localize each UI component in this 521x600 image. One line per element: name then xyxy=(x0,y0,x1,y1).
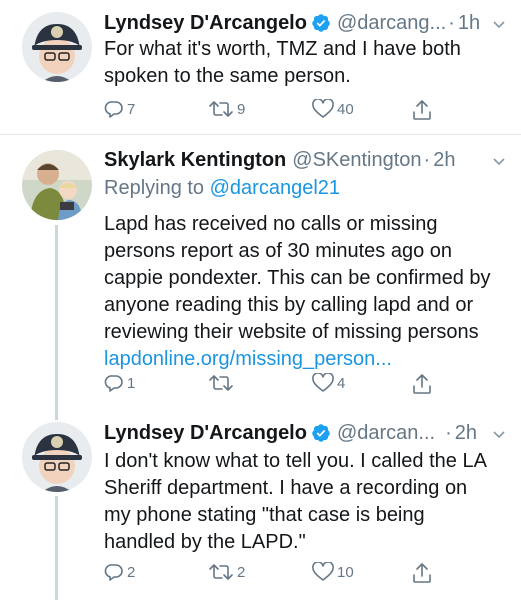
timestamp[interactable]: 2h xyxy=(433,147,455,173)
author-handle[interactable]: @SKentington xyxy=(292,147,421,173)
like-icon xyxy=(312,373,334,392)
timestamp[interactable]: 2h xyxy=(455,420,477,446)
reply-button[interactable]: 2 xyxy=(104,562,135,582)
author-name[interactable]: Lyndsey D'Arcangelo xyxy=(104,10,307,36)
like-button[interactable]: 40 xyxy=(312,99,354,119)
like-button[interactable]: 4 xyxy=(312,373,345,393)
share-button[interactable] xyxy=(412,99,432,121)
retweet-button[interactable]: 2 xyxy=(208,562,245,582)
share-icon xyxy=(413,100,431,120)
tweet-actions: 7 9 40 xyxy=(104,99,444,129)
avatar[interactable] xyxy=(22,422,92,492)
reply-count: 1 xyxy=(127,374,136,392)
separator: · xyxy=(448,12,455,34)
verified-badge-icon xyxy=(311,13,331,33)
tweet-link[interactable]: lapdonline.org/missing_person... xyxy=(104,348,392,370)
tweet-text-block: Lapd has received no calls or missing pe… xyxy=(104,211,499,373)
reply-icon xyxy=(104,564,123,581)
verified-badge-icon xyxy=(311,423,331,443)
author-handle[interactable]: @darcan... xyxy=(337,420,435,446)
share-icon xyxy=(413,563,431,583)
avatar[interactable] xyxy=(22,12,92,82)
author-handle[interactable]: @darcang... xyxy=(337,10,446,36)
like-icon xyxy=(312,562,334,581)
avatar[interactable] xyxy=(22,150,92,220)
thread-line xyxy=(55,225,58,410)
chevron-down-icon[interactable] xyxy=(491,16,507,32)
share-icon xyxy=(413,374,431,394)
reply-button[interactable]: 1 xyxy=(104,373,135,393)
tweet-actions: 1 4 xyxy=(104,373,444,403)
tweet-text: Lapd has received no calls or missing pe… xyxy=(104,213,491,343)
chevron-down-icon[interactable] xyxy=(491,426,507,442)
retweet-icon xyxy=(209,101,233,117)
reply-count: 7 xyxy=(127,100,136,118)
tweet-text: I don't know what to tell you. I called … xyxy=(104,450,486,553)
tweet-3[interactable]: Lyndsey D'Arcangelo @darcan... · 2h I do… xyxy=(0,410,521,600)
tweet-1[interactable]: Lyndsey D'Arcangelo @darcang... · 1h For… xyxy=(0,0,521,134)
replying-to: Replying to @darcangel21 xyxy=(104,175,340,201)
retweet-count: 2 xyxy=(237,563,246,581)
reply-icon xyxy=(104,375,123,392)
like-count: 40 xyxy=(337,100,354,118)
tweet-text: For what it's worth, TMZ and I have both… xyxy=(104,38,461,87)
retweet-icon xyxy=(209,564,233,580)
tweet-actions: 2 2 10 xyxy=(104,562,444,592)
like-count: 4 xyxy=(337,374,346,392)
like-count: 10 xyxy=(337,563,354,581)
share-button[interactable] xyxy=(412,373,432,395)
replying-to-mention[interactable]: @darcangel21 xyxy=(210,177,340,199)
thread-line xyxy=(55,496,58,600)
retweet-count: 9 xyxy=(237,100,246,118)
retweet-button[interactable] xyxy=(208,373,237,393)
author-name[interactable]: Skylark Kentington xyxy=(104,147,286,173)
separator: · xyxy=(445,422,452,444)
thread-line xyxy=(55,410,58,420)
separator: · xyxy=(423,149,431,171)
like-button[interactable]: 10 xyxy=(312,562,354,582)
reply-icon xyxy=(104,101,123,118)
tweet-2[interactable]: Skylark Kentington @SKentington · 2h Rep… xyxy=(0,135,521,410)
like-icon xyxy=(312,99,334,118)
author-name[interactable]: Lyndsey D'Arcangelo xyxy=(104,420,307,446)
share-button[interactable] xyxy=(412,562,432,584)
reply-count: 2 xyxy=(127,563,136,581)
reply-button[interactable]: 7 xyxy=(104,99,135,119)
retweet-icon xyxy=(209,375,233,391)
chevron-down-icon[interactable] xyxy=(491,153,507,169)
retweet-button[interactable]: 9 xyxy=(208,99,245,119)
replying-to-label: Replying to xyxy=(104,177,205,199)
timestamp[interactable]: 1h xyxy=(458,10,480,36)
